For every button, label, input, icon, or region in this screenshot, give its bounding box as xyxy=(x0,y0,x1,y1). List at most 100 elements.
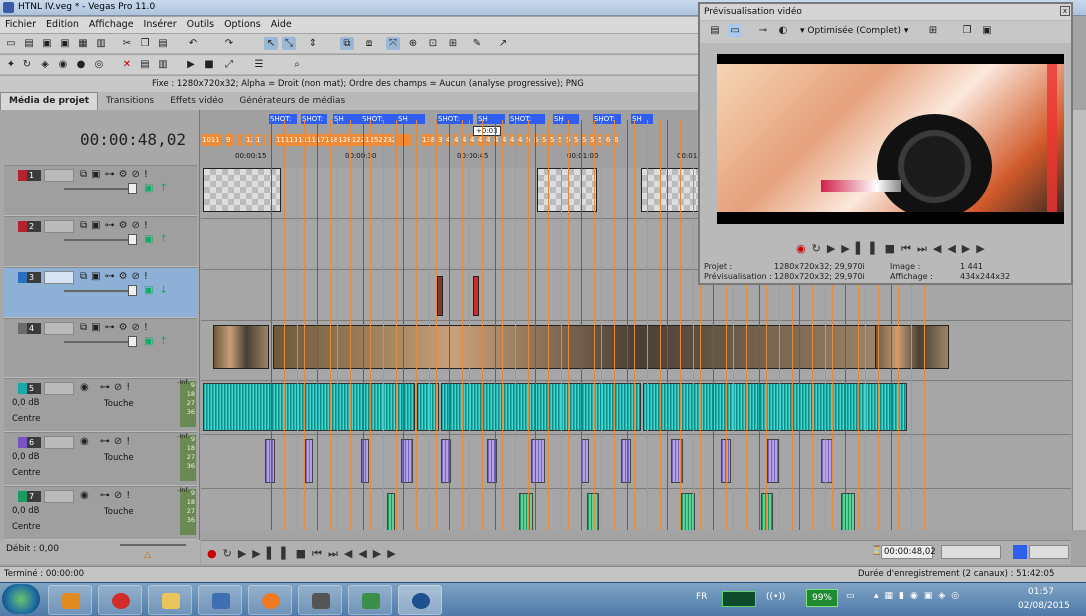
track-volume[interactable]: 0,0 dB xyxy=(12,506,39,516)
region[interactable]: 52 xyxy=(541,134,546,146)
tab-media-projet[interactable]: Média de projet xyxy=(0,92,99,110)
audio-track-buttons[interactable]: ◉ ⊶⊘! xyxy=(80,382,134,393)
audio-track-buttons[interactable]: ◉ ⊶⊘! xyxy=(80,436,134,447)
video-clip[interactable] xyxy=(641,168,701,212)
track-fx-buttons[interactable]: ⧉▣⊶⚙⊘! xyxy=(80,169,152,180)
track-header-1[interactable]: 1 ⧉▣⊶⚙⊘! ▣↑ xyxy=(4,165,197,216)
region-icon[interactable] xyxy=(1013,545,1027,559)
region[interactable]: 9 xyxy=(225,134,234,146)
opacity-slider[interactable] xyxy=(64,290,134,292)
refresh-icon[interactable]: ↻ xyxy=(20,58,34,71)
tray-icons[interactable]: ▴▦▮◉▣◈◎ xyxy=(874,591,965,601)
media-properties-icon[interactable]: ▤ xyxy=(138,58,152,71)
transport-controls[interactable]: ●↻▶▶▌▌■⏮⏭◀◀▶▶ xyxy=(207,547,402,561)
close-icon[interactable]: x xyxy=(1060,6,1070,16)
track-pan[interactable]: Centre xyxy=(12,522,40,532)
video-preview-window[interactable]: Prévisualisation vidéo x ▤ ▭ ⊸ ◐ ▾ Optim… xyxy=(698,2,1073,285)
menu-aide[interactable]: Aide xyxy=(266,17,297,30)
audio-clip[interactable] xyxy=(519,493,533,530)
audio-clip[interactable] xyxy=(581,439,589,483)
track-name-field[interactable] xyxy=(44,271,74,284)
clock-date[interactable]: 02/08/2015 xyxy=(1018,601,1070,611)
remove-icon[interactable]: ✕ xyxy=(120,58,134,71)
opacity-knob[interactable] xyxy=(128,336,137,347)
region[interactable]: 48 xyxy=(509,134,514,146)
marker[interactable]: SHOT: xyxy=(437,114,473,124)
start-button[interactable] xyxy=(2,584,40,614)
properties-icon[interactable]: ▥ xyxy=(94,37,108,50)
battery-percent[interactable]: 99% xyxy=(806,589,838,607)
auto-ripple-icon[interactable]: ⧉ xyxy=(340,37,354,50)
track-pan[interactable]: Centre xyxy=(12,468,40,478)
menu-inserer[interactable]: Insérer xyxy=(139,17,182,30)
taskbar-app[interactable] xyxy=(298,585,342,615)
region[interactable]: 138 xyxy=(421,134,434,146)
preview-record-icon[interactable]: ◉ xyxy=(796,242,812,255)
new-file-icon[interactable]: ▭ xyxy=(4,37,18,50)
lane-6[interactable] xyxy=(201,435,1071,489)
video-clip[interactable] xyxy=(875,325,949,369)
automation-mode[interactable]: Touche xyxy=(104,453,134,463)
brush-icon[interactable]: ✎ xyxy=(470,37,484,50)
audio-clip[interactable] xyxy=(387,493,395,530)
lane-7[interactable] xyxy=(201,489,1071,530)
track-header-2[interactable]: 2 ⧉▣⊶⚙⊘! ▣↑ xyxy=(4,216,197,267)
video-clip[interactable] xyxy=(473,276,479,316)
taskbar-app-vegas[interactable] xyxy=(398,585,442,615)
autopreview-icon[interactable]: ⤢ xyxy=(222,58,236,71)
external-monitor-icon[interactable]: ▭ xyxy=(728,24,742,37)
selection-tool-icon[interactable]: ⊡ xyxy=(426,37,440,50)
save-snapshot-icon[interactable]: ▣ xyxy=(980,24,994,37)
paste-icon[interactable]: ▤ xyxy=(156,37,170,50)
region[interactable] xyxy=(397,134,412,146)
save-as-icon[interactable]: ▣ xyxy=(58,37,72,50)
track-header-5[interactable]: 5 ◉ ⊶⊘! 0,0 dB Centre Touche 9 18 27 36 -In… xyxy=(4,378,197,432)
crossfade-icon[interactable]: ⤧ xyxy=(386,37,400,50)
undo-icon[interactable]: ↶ xyxy=(186,37,200,50)
region[interactable]: 1111111111711812812212522322830 xyxy=(275,134,394,146)
track-name-field[interactable] xyxy=(44,322,74,335)
taskbar-app[interactable] xyxy=(198,585,242,615)
region[interactable]: 1011 xyxy=(201,134,222,146)
region[interactable]: 12 xyxy=(245,134,252,146)
automation-mode[interactable]: Touche xyxy=(104,399,134,409)
search-media-icon[interactable]: ◎ xyxy=(92,58,106,71)
track-volume[interactable]: 0,0 dB xyxy=(12,452,39,462)
audio-clip[interactable] xyxy=(761,493,773,530)
copy-snapshot-icon[interactable]: ❐ xyxy=(960,24,974,37)
selection-end-field[interactable] xyxy=(1029,545,1069,559)
import-icon[interactable]: ◉ xyxy=(56,58,70,71)
clock-time[interactable]: 01:57 xyxy=(1028,587,1054,597)
zoom-tool-icon[interactable]: ⊕ xyxy=(406,37,420,50)
audio-track-buttons[interactable]: ◉ ⊶⊘! xyxy=(80,490,134,501)
menu-edition[interactable]: Edition xyxy=(41,17,84,30)
track-motion-icon[interactable]: ▣↑ xyxy=(144,234,174,245)
opacity-knob[interactable] xyxy=(128,234,137,245)
menu-options[interactable]: Options xyxy=(219,17,266,30)
track-fx-buttons[interactable]: ⧉▣⊶⚙⊘! xyxy=(80,220,152,231)
transport-time[interactable]: 00:00:48,02 xyxy=(881,545,936,559)
audio-clip[interactable] xyxy=(671,439,683,483)
help-pointer-icon[interactable]: ↗ xyxy=(496,37,510,50)
views-icon[interactable]: ☰ xyxy=(252,58,266,71)
opacity-slider[interactable] xyxy=(64,239,134,241)
region[interactable] xyxy=(237,134,242,146)
media-fx-icon[interactable]: ▥ xyxy=(156,58,170,71)
marker[interactable]: SHOT: xyxy=(269,114,297,124)
effects-wand-icon[interactable]: ✦ xyxy=(4,58,18,71)
stop-icon[interactable]: ■ xyxy=(202,58,216,71)
capture-icon[interactable]: ◈ xyxy=(38,58,52,71)
marker[interactable]: SH xyxy=(553,114,579,124)
marker[interactable]: SHOT: xyxy=(593,114,621,124)
selection-length-field[interactable] xyxy=(941,545,1001,559)
save-icon[interactable]: ▣ xyxy=(40,37,54,50)
open-folder-icon[interactable]: ▤ xyxy=(22,37,36,50)
audio-clip[interactable] xyxy=(441,383,641,431)
region[interactable]: 41 xyxy=(453,134,458,146)
audio-clip[interactable] xyxy=(621,439,631,483)
cut-icon[interactable]: ✂ xyxy=(120,37,134,50)
menu-outils[interactable]: Outils xyxy=(182,17,219,30)
web-icon[interactable]: ● xyxy=(74,58,88,71)
track-motion-icon[interactable]: ▣↓ xyxy=(144,285,174,296)
taskbar-app[interactable] xyxy=(98,585,142,615)
